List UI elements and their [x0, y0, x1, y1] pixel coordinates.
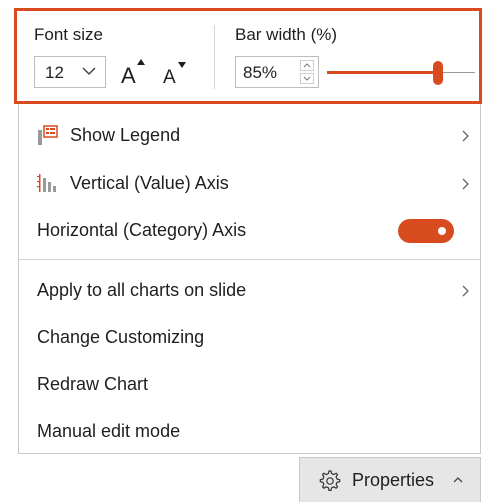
svg-text:A: A: [121, 63, 136, 88]
bar-width-spinner: [300, 60, 316, 84]
menu-item-label: Redraw Chart: [37, 374, 149, 394]
toolbar-divider: [214, 25, 215, 89]
menu-item-horizontal-axis[interactable]: Horizontal (Category) Axis: [18, 207, 481, 253]
increase-font-size-button[interactable]: A: [119, 55, 147, 89]
chevron-right-icon: [462, 285, 469, 297]
svg-text:A: A: [163, 67, 176, 88]
chart-format-toolbar: Font size 12 A A Bar width (%) 85%: [14, 8, 482, 104]
spin-down-button[interactable]: [300, 73, 314, 84]
menu-item-label: Change Customizing: [37, 327, 205, 347]
decrease-font-size-button[interactable]: A: [159, 55, 187, 89]
chevron-down-icon: [82, 67, 96, 76]
menu-item-show-legend[interactable]: Show Legend: [18, 112, 481, 158]
menu-item-label: Show Legend: [70, 125, 181, 145]
horizontal-axis-toggle[interactable]: [398, 219, 454, 243]
chevron-up-icon: [453, 477, 463, 483]
slider-track: [438, 72, 475, 73]
menu-item-label: Manual edit mode: [37, 421, 181, 441]
font-size-value: 12: [45, 63, 64, 82]
menu-item-manual-edit-mode[interactable]: Manual edit mode: [18, 408, 481, 454]
menu-item-label: Horizontal (Category) Axis: [37, 220, 247, 240]
gear-icon: [319, 470, 341, 491]
chevron-right-icon: [462, 178, 469, 190]
slider-track-fill: [327, 71, 438, 74]
slider-thumb[interactable]: [433, 61, 443, 85]
vertical-axis-icon: [37, 174, 56, 192]
menu-separator: [18, 259, 481, 260]
chevron-up-icon: [303, 63, 311, 68]
increase-font-size-icon: A: [121, 59, 145, 88]
properties-label: Properties: [352, 470, 435, 490]
menu-item-vertical-axis[interactable]: Vertical (Value) Axis: [18, 160, 481, 206]
menu-item-label: Apply to all charts on slide: [37, 280, 247, 300]
decrease-font-size-icon: A: [163, 62, 186, 88]
menu-item-change-customizing[interactable]: Change Customizing: [18, 314, 481, 360]
chevron-down-icon: [303, 76, 311, 81]
menu-item-redraw-chart[interactable]: Redraw Chart: [18, 361, 481, 407]
bar-width-label: Bar width (%): [235, 25, 338, 44]
menu-item-label: Vertical (Value) Axis: [70, 173, 229, 193]
font-size-label: Font size: [34, 25, 103, 44]
bar-width-slider[interactable]: [327, 61, 475, 85]
spin-up-button[interactable]: [300, 60, 314, 71]
menu-item-apply-all-charts[interactable]: Apply to all charts on slide: [18, 267, 481, 313]
bar-width-input[interactable]: 85%: [235, 56, 319, 88]
font-size-dropdown[interactable]: 12: [34, 56, 106, 88]
chevron-right-icon: [462, 130, 469, 142]
toggle-knob: [438, 227, 446, 235]
bar-width-value: 85%: [243, 63, 278, 82]
properties-button[interactable]: Properties: [299, 457, 481, 502]
legend-icon: [38, 125, 58, 145]
